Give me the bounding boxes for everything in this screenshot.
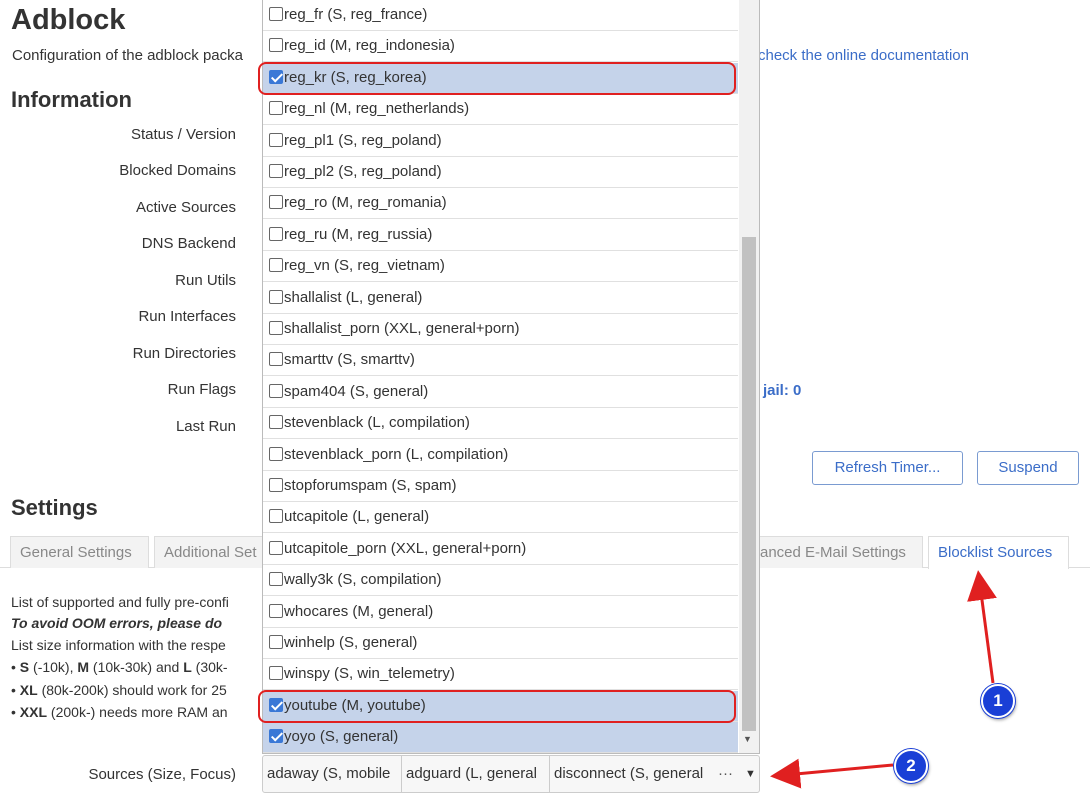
annotation-badge-2: 2 <box>894 749 928 783</box>
arrow-to-sources-select <box>770 758 894 789</box>
annotation-arrows <box>770 570 997 789</box>
annotation-badge-1: 1 <box>981 684 1015 718</box>
arrow-to-blocklist-tab <box>967 570 997 684</box>
